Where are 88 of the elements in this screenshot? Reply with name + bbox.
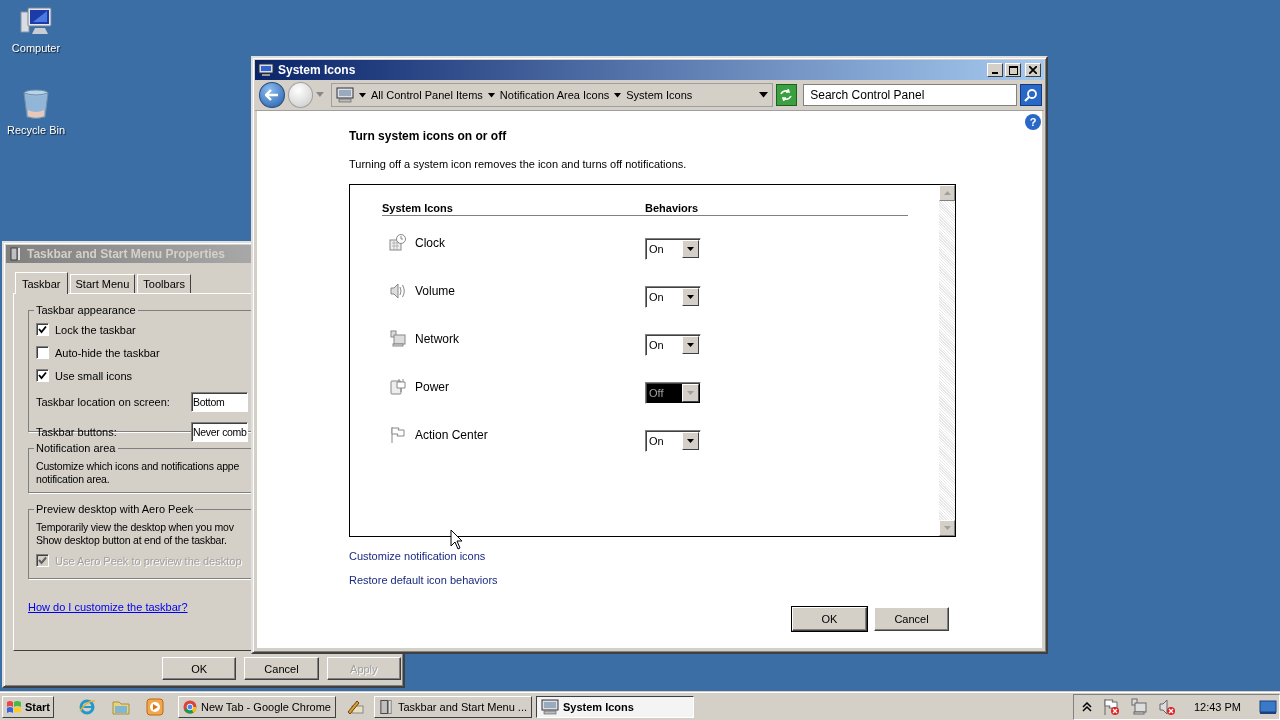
refresh-icon[interactable] (779, 89, 794, 101)
window-title: System Icons (278, 63, 356, 77)
group-title: Preview desktop with Aero Peek (35, 503, 195, 515)
breadcrumb-item[interactable]: All Control Panel Items (370, 89, 483, 101)
page-heading: Turn system icons on or off (349, 129, 507, 143)
checkbox[interactable] (36, 323, 49, 336)
group-title: Notification area (35, 442, 117, 454)
computer-icon (335, 87, 354, 103)
desktop-icon-label[interactable]: Recycle Bin (6, 124, 66, 136)
description-text: Customize which icons and notifications appe notification area. (36, 460, 240, 486)
icon-name: Power (415, 380, 449, 394)
search-field[interactable]: Search Control Panel (803, 84, 1018, 106)
clock-time[interactable]: 12:43 PM (1193, 700, 1241, 713)
back-button[interactable] (259, 82, 285, 108)
caret-icon[interactable] (758, 92, 768, 98)
flag-icon (389, 426, 407, 444)
checkbox-label: Auto-hide the taskbar (55, 346, 160, 359)
behavior-dropdown[interactable]: On (645, 334, 701, 356)
address-bar[interactable]: All Control Panel Items Notification Area Icons System Icons (330, 83, 773, 107)
dialog-button[interactable]: Cancel (874, 607, 949, 631)
field-label: Taskbar location on screen: (36, 396, 171, 408)
window-icon (9, 247, 23, 261)
browser-icon[interactable] (183, 698, 197, 715)
network-icon[interactable] (1129, 697, 1148, 716)
field-label: Taskbar buttons: (36, 426, 118, 438)
computer-icon (258, 63, 274, 77)
speaker-muted-icon[interactable] (1157, 697, 1176, 716)
clock-icon (389, 234, 407, 252)
dialog-button[interactable]: OK (792, 607, 867, 631)
link[interactable]: Restore default icon behaviors (349, 574, 498, 586)
behavior-dropdown[interactable]: Off (645, 382, 701, 404)
show-desktop-icon[interactable] (1259, 698, 1277, 715)
caret-icon[interactable] (687, 439, 694, 443)
description-text: Turning off a system icon removes the icon and turns off notifications. (349, 158, 687, 170)
taskbar-button[interactable]: System Icons (536, 695, 694, 718)
caret-icon[interactable] (614, 92, 622, 98)
checkbox[interactable] (36, 346, 49, 359)
refresh-button[interactable] (775, 84, 798, 106)
start-logo-icon[interactable] (6, 699, 22, 714)
dialog-button[interactable]: Cancel (244, 657, 319, 680)
flag-error-icon[interactable] (1101, 697, 1120, 716)
tab[interactable]: Start Menu (69, 274, 136, 293)
taskbar-button[interactable]: Taskbar and Start Menu ... (374, 695, 532, 718)
caret-icon[interactable] (487, 92, 495, 98)
breadcrumb-item[interactable]: System Icons (626, 89, 693, 101)
checkbox-label: Lock the taskbar (55, 323, 136, 336)
close-button[interactable] (1025, 63, 1041, 77)
caret-icon[interactable] (687, 343, 694, 347)
icon-name: Network (415, 332, 459, 346)
taskbar-button[interactable]: New Tab - Google Chrome (178, 695, 336, 718)
icon-name: Volume (415, 284, 456, 298)
breadcrumb-item[interactable]: Notification Area Icons (499, 89, 610, 101)
tab[interactable]: Toolbars (137, 274, 191, 293)
chevron-up-icon[interactable] (1081, 701, 1092, 712)
desktop-icon-label[interactable]: Computer (11, 42, 61, 54)
icon-name: Action Center (415, 428, 488, 442)
play-icon[interactable] (146, 697, 164, 716)
caret-icon[interactable] (358, 92, 366, 98)
tab[interactable]: Taskbar (15, 272, 68, 294)
arrow-left-icon[interactable] (264, 89, 279, 101)
window-icon[interactable] (379, 698, 394, 715)
help-button[interactable]: ? (1025, 114, 1041, 130)
window-title: Taskbar and Start Menu Properties (27, 247, 225, 261)
minimize-button[interactable] (987, 63, 1003, 77)
caret-icon[interactable] (687, 295, 694, 299)
trash-bin-icon[interactable] (22, 88, 50, 120)
dropdown[interactable]: Never comb (191, 422, 248, 442)
caret-icon[interactable] (687, 247, 694, 251)
column-header: System Icons (382, 202, 454, 214)
group-title: Taskbar appearance (35, 304, 137, 316)
dialog-button[interactable]: OK (162, 657, 237, 680)
close-icon[interactable] (1029, 66, 1037, 74)
column-header: Behaviors (645, 202, 699, 214)
behavior-dropdown[interactable]: On (645, 238, 701, 260)
checkbox-label: Use small icons (55, 369, 133, 382)
plug-icon (389, 378, 407, 396)
behavior-dropdown[interactable]: On (645, 286, 701, 308)
link[interactable]: Customize notification icons (349, 550, 486, 562)
dropdown[interactable]: Bottom (191, 392, 248, 412)
start-button[interactable]: Start (2, 695, 54, 718)
description-text: Temporarily view the desktop when you mov Show desktop button at end of the taskbar. (36, 521, 234, 547)
checkbox[interactable] (36, 369, 49, 382)
icon-name: Clock (415, 236, 445, 250)
behavior-dropdown[interactable]: On (645, 430, 701, 452)
computer-icon[interactable] (541, 698, 559, 715)
speaker-icon (389, 282, 407, 300)
help-link[interactable]: How do I customize the taskbar? (28, 601, 188, 613)
network-icon (389, 330, 407, 348)
